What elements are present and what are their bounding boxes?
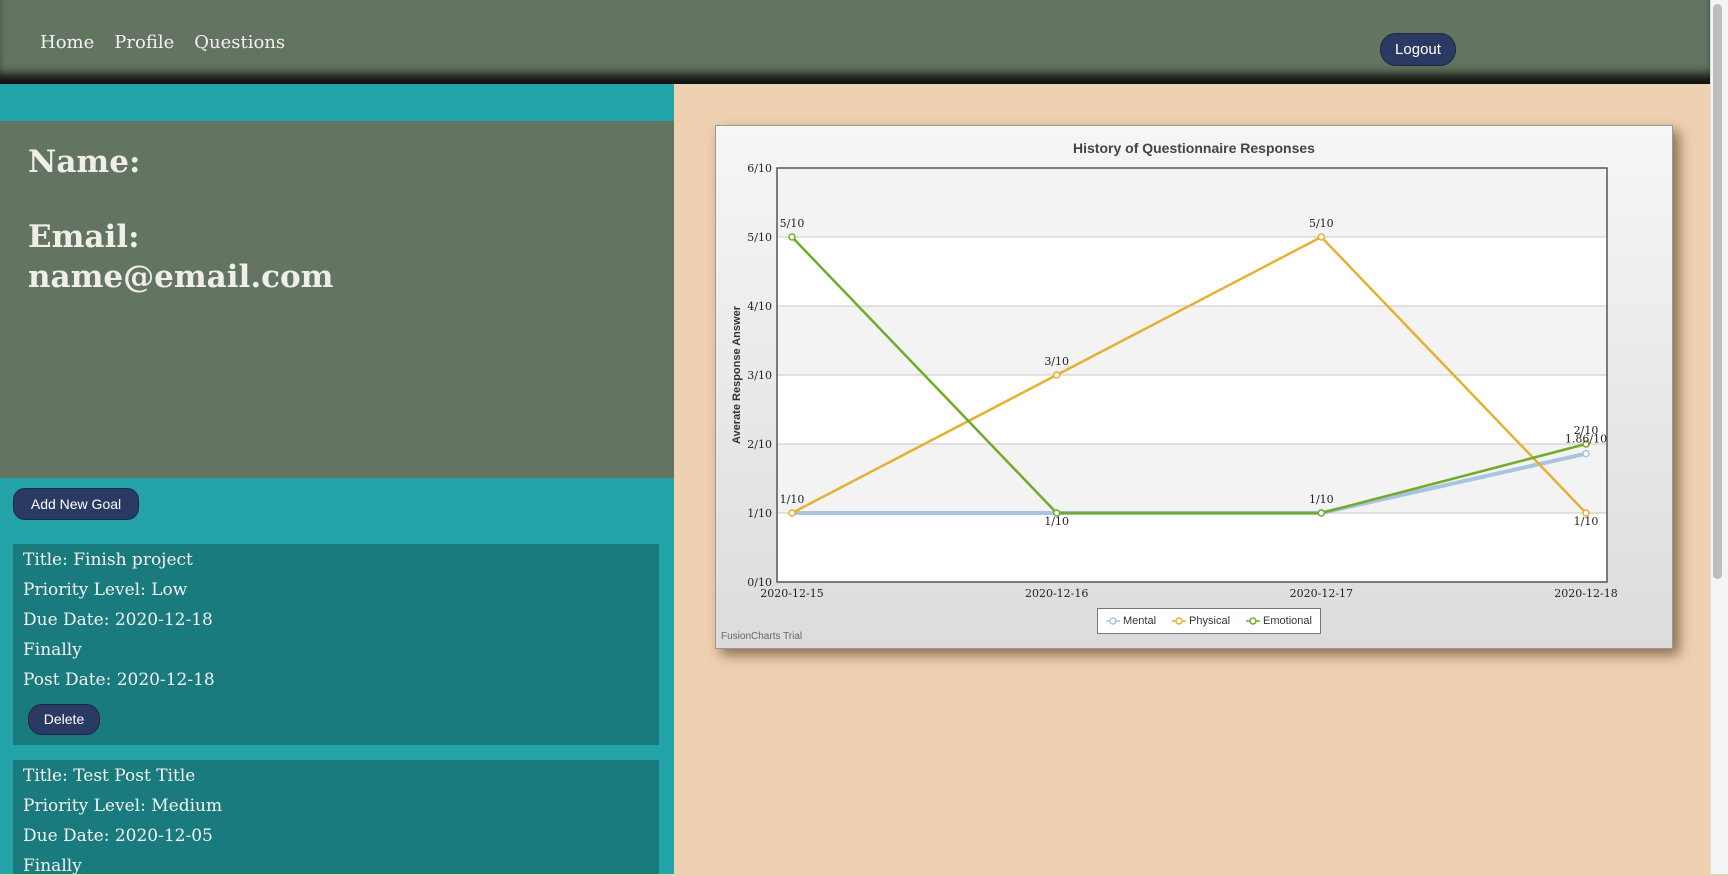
delete-goal-button[interactable]: Delete [28,704,100,735]
data-point [1582,449,1590,458]
chart-band [777,513,1607,582]
chart-plot: 0/101/102/103/104/105/106/102020-12-15 20… [731,162,1618,600]
data-point [1052,371,1061,379]
profile-card: Name: Email: name@email.com [0,121,674,478]
goal-priority: Priority Level: Medium [23,796,223,816]
legend-label: Emotional [1263,615,1312,627]
legend-item-mental[interactable]: Mental [1106,615,1156,627]
y-tick-label: 6/10 [747,162,772,175]
legend-item-emotional[interactable]: Emotional [1246,615,1312,627]
goal-post-date: Post Date: 2020-12-18 [23,670,215,690]
y-tick-label: 5/10 [747,231,772,244]
data-label: 1/10 [780,493,805,506]
data-label: 5/10 [780,217,805,230]
data-point [1317,233,1326,241]
legend-marker-icon [1172,617,1187,625]
y-tick-label: 4/10 [747,300,772,313]
email-value: name@email.com [28,259,334,295]
legend-label: Physical [1189,615,1231,627]
y-tick-label: 1/10 [747,507,772,520]
chart-band [777,237,1607,306]
x-tick-label: 2020-12-16 [1025,587,1088,600]
data-point [788,509,796,517]
chart-band [777,306,1607,375]
data-point [1317,509,1326,517]
x-tick-label: 2020-12-17 [1290,587,1353,600]
chart-legend: Mental Physical Emotional [1097,608,1321,634]
data-label: 5/10 [1309,217,1334,230]
add-new-goal-button[interactable]: Add New Goal [13,488,139,520]
email-label: Email: [28,219,140,255]
legend-marker-icon [1246,617,1261,625]
nav-links: Home Profile Questions [40,32,285,53]
goal-due-date: Due Date: 2020-12-05 [23,826,213,846]
goal-body: Finally [23,856,82,876]
legend-label: Mental [1123,615,1157,627]
data-label: 1/10 [1309,493,1334,506]
nav-profile-link[interactable]: Profile [114,32,174,53]
chart-trial-watermark: FusionCharts Trial [721,631,803,642]
goal-body: Finally [23,640,82,660]
data-label: 1/10 [1044,515,1069,528]
left-panel: Name: Email: name@email.com Add New Goal… [0,84,674,876]
nav-questions-link[interactable]: Questions [194,32,285,53]
logout-button[interactable]: Logout [1380,33,1456,66]
data-label: 1/10 [1574,515,1599,528]
goal-title: Title: Test Post Title [23,766,196,786]
nav-home-link[interactable]: Home [40,32,94,53]
x-tick-label: 2020-12-15 [760,587,823,600]
y-tick-label: 3/10 [747,369,772,382]
goal-title: Title: Finish project [23,550,193,570]
data-label: 2/10 [1574,424,1599,437]
questionnaire-chart: History of Questionnaire Responses 0/10 1… [715,125,1673,649]
x-tick-label: 2020-12-18 [1554,587,1617,600]
name-label: Name: [28,144,141,180]
goal-priority: Priority Level: Low [23,580,188,600]
data-label: 3/10 [1044,355,1069,368]
legend-item-physical[interactable]: Physical [1172,615,1230,627]
goal-card: Title: Test Post Title Priority Level: M… [13,760,659,876]
data-point [788,233,796,241]
top-navbar: Home Profile Questions Logout [0,0,1710,84]
chart-band [777,168,1607,237]
scrollbar-thumb[interactable] [1713,4,1722,579]
goal-card: Title: Finish project Priority Level: Lo… [13,544,659,745]
legend-marker-icon [1106,617,1120,625]
goal-due-date: Due Date: 2020-12-18 [23,610,213,630]
y-axis-label: Averate Response Answer [731,305,743,444]
chart-band [777,375,1607,444]
y-tick-label: 2/10 [747,438,772,451]
